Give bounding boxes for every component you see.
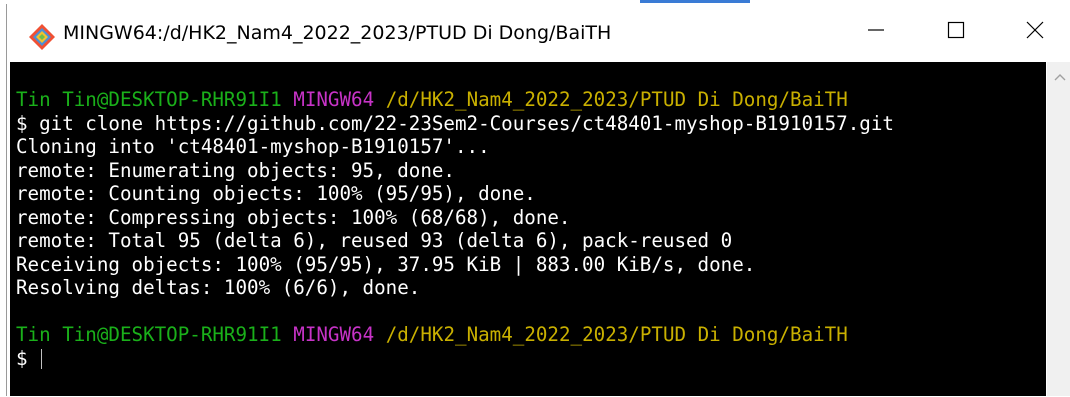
vertical-scrollbar[interactable]	[1047, 62, 1070, 396]
maximize-icon	[946, 20, 966, 44]
prompt-user-host: Tin Tin@DESKTOP-RHR91I1	[16, 88, 282, 111]
minimize-icon	[866, 20, 886, 44]
output-line: remote: Compressing objects: 100% (68/68…	[16, 205, 571, 229]
output-line: remote: Enumerating objects: 95, done.	[16, 158, 455, 182]
maximize-button[interactable]	[925, 4, 987, 60]
prompt-shell: MINGW64	[293, 323, 375, 346]
git-bash-icon	[27, 22, 57, 52]
close-icon	[1025, 20, 1045, 44]
terminal-output-area[interactable]: Tin Tin@DESKTOP-RHR91I1 MINGW64 /d/HK2_N…	[10, 62, 1046, 396]
output-line: Resolving deltas: 100% (6/6), done.	[16, 276, 421, 299]
input-line[interactable]: $	[10, 347, 1046, 371]
text-cursor	[41, 348, 43, 369]
taskbar-accent-strip	[640, 0, 750, 3]
command-line: $ git clone https://github.com/22-23Sem2…	[16, 111, 894, 135]
output-line: Cloning into 'ct48401-myshop-B1910157'..…	[16, 135, 490, 158]
prompt-path: /d/HK2_Nam4_2022_2023/PTUD Di Dong/BaiTH	[385, 323, 848, 346]
current-input: $	[16, 346, 40, 370]
close-button[interactable]	[1004, 4, 1066, 60]
title-bar[interactable]: MINGW64:/d/HK2_Nam4_2022_2023/PTUD Di Do…	[7, 4, 1070, 60]
prompt-shell: MINGW64	[293, 88, 375, 111]
terminal-window: MINGW64:/d/HK2_Nam4_2022_2023/PTUD Di Do…	[6, 4, 1070, 396]
output-line: remote: Total 95 (delta 6), reused 93 (d…	[16, 229, 733, 252]
window-title: MINGW64:/d/HK2_Nam4_2022_2023/PTUD Di Do…	[63, 22, 612, 44]
prompt-path: /d/HK2_Nam4_2022_2023/PTUD Di Dong/BaiTH	[385, 88, 848, 111]
prompt-user-host: Tin Tin@DESKTOP-RHR91I1	[16, 323, 282, 346]
output-line: remote: Counting objects: 100% (95/95), …	[16, 182, 536, 205]
minimize-button[interactable]	[845, 4, 907, 60]
chevron-up-icon	[1053, 67, 1067, 86]
output-line: Receiving objects: 100% (95/95), 37.95 K…	[16, 252, 756, 276]
scroll-up-button[interactable]	[1047, 66, 1070, 86]
prompt-line: Tin Tin@DESKTOP-RHR91I1 MINGW64 /d/HK2_N…	[10, 88, 1046, 112]
prompt-line: Tin Tin@DESKTOP-RHR91I1 MINGW64 /d/HK2_N…	[10, 323, 1046, 347]
